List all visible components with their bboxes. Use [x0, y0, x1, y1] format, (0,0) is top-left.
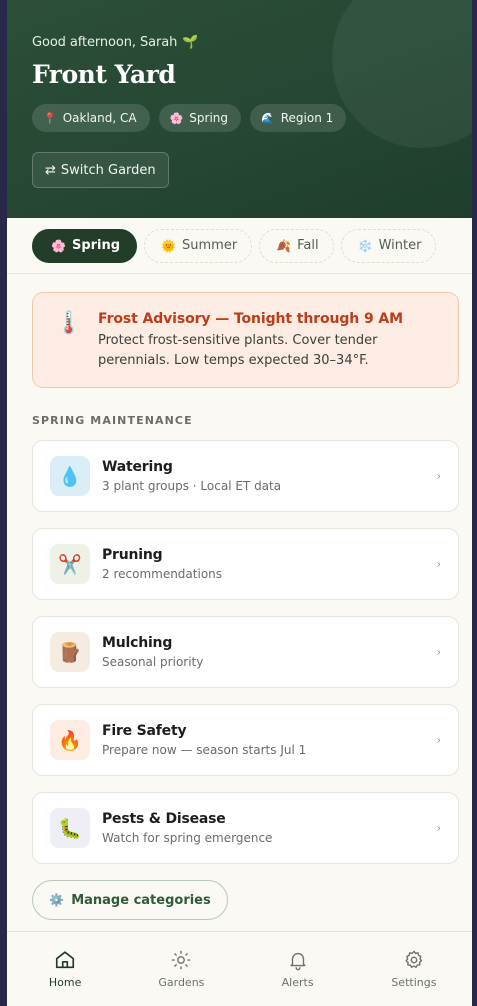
- switch-garden-button[interactable]: ⇄ Switch Garden: [32, 152, 169, 188]
- card-text: Pruning 2 recommendations: [102, 547, 222, 581]
- location-chip: 📍 Oakland, CA: [32, 104, 150, 132]
- swap-icon: ⇄: [45, 162, 56, 178]
- app-screen: Good afternoon, Sarah 🌱 Front Yard 📍 Oak…: [7, 0, 472, 1006]
- tab-fall[interactable]: 🍂 Fall: [259, 228, 334, 263]
- manage-label: Manage categories: [71, 892, 211, 908]
- thermometer-icon: 🌡️: [55, 311, 83, 336]
- snowflake-icon: ❄️: [357, 238, 373, 253]
- tab-summer[interactable]: 🌞 Summer: [144, 228, 253, 263]
- card-text: Mulching Seasonal priority: [102, 635, 203, 669]
- category-card-pests-disease[interactable]: 🐛 Pests & Disease Watch for spring emerg…: [32, 792, 459, 864]
- greeting-text: Good afternoon, Sarah: [32, 35, 178, 50]
- maintenance-list: 💧 Watering 3 plant groups · Local ET dat…: [7, 440, 472, 864]
- frost-advisory-alert[interactable]: 🌡️ Frost Advisory — Tonight through 9 AM…: [32, 292, 459, 388]
- switch-garden-label: Switch Garden: [60, 162, 156, 178]
- season-chip: 🌸 Spring: [158, 104, 242, 132]
- card-text: Watering 3 plant groups · Local ET data: [102, 459, 281, 493]
- bell-icon: [285, 947, 311, 973]
- alert-title: Frost Advisory — Tonight through 9 AM: [98, 311, 403, 327]
- nav-settings[interactable]: Settings: [356, 932, 472, 1006]
- nav-alerts[interactable]: Alerts: [240, 932, 356, 1006]
- sun-icon: [168, 947, 194, 973]
- category-card-mulching[interactable]: 🪵 Mulching Seasonal priority ›: [32, 616, 459, 688]
- card-title: Fire Safety: [102, 723, 187, 739]
- chip-label: Region 1: [280, 111, 334, 125]
- tab-label: Spring: [71, 238, 121, 253]
- blossom-icon: 🌸: [169, 111, 184, 125]
- fire-icon: 🔥: [50, 720, 90, 760]
- nav-label: Alerts: [281, 976, 314, 989]
- home-icon: [52, 947, 78, 973]
- chevron-right-icon: ›: [436, 557, 441, 571]
- water-drop-icon: 💧: [50, 456, 90, 496]
- chip-label: Oakland, CA: [62, 111, 137, 125]
- card-title: Mulching: [102, 635, 173, 651]
- blossom-icon: 🌸: [51, 238, 66, 253]
- tab-label: Summer: [182, 238, 238, 253]
- pin-icon: 📍: [43, 111, 57, 125]
- gear-icon: ⚙️: [49, 893, 65, 907]
- tab-spring[interactable]: 🌸 Spring: [32, 228, 138, 263]
- nav-label: Settings: [391, 976, 437, 989]
- card-subtitle: Prepare now — season starts Jul 1: [102, 743, 307, 757]
- card-subtitle: 3 plant groups · Local ET data: [102, 479, 282, 493]
- region-chip: 🌊 Region 1: [250, 104, 347, 132]
- manage-categories-button[interactable]: ⚙️ Manage categories: [32, 880, 228, 920]
- chevron-right-icon: ›: [436, 733, 441, 747]
- card-title: Pruning: [102, 547, 163, 563]
- gear-icon: [401, 947, 427, 973]
- season-tabs: 🌸 Spring 🌞 Summer 🍂 Fall ❄️ Winter: [7, 218, 472, 274]
- card-text: Fire Safety Prepare now — season starts …: [102, 723, 306, 757]
- alert-body: Frost Advisory — Tonight through 9 AM Pr…: [98, 311, 438, 387]
- card-title: Pests & Disease: [102, 811, 226, 827]
- alert-text: Protect frost-sensitive plants. Cover te…: [98, 333, 378, 368]
- garden-header: Good afternoon, Sarah 🌱 Front Yard 📍 Oak…: [7, 0, 472, 218]
- chip-label: Spring: [189, 111, 229, 125]
- card-subtitle: Seasonal priority: [102, 655, 204, 669]
- chevron-right-icon: ›: [436, 469, 441, 483]
- nav-label: Gardens: [158, 976, 205, 989]
- log-icon: 🪵: [50, 632, 90, 672]
- nav-home[interactable]: Home: [7, 932, 123, 1006]
- card-subtitle: 2 recommendations: [102, 567, 223, 581]
- tab-label: Winter: [378, 238, 422, 253]
- tab-winter[interactable]: ❄️ Winter: [340, 228, 437, 263]
- category-card-watering[interactable]: 💧 Watering 3 plant groups · Local ET dat…: [32, 440, 459, 512]
- nav-gardens[interactable]: Gardens: [123, 932, 239, 1006]
- nav-label: Home: [48, 976, 82, 989]
- category-card-pruning[interactable]: ✂️ Pruning 2 recommendations ›: [32, 528, 459, 600]
- card-title: Watering: [102, 459, 173, 475]
- wave-icon: 🌊: [261, 111, 275, 125]
- sun-icon: 🌞: [161, 238, 177, 253]
- chevron-right-icon: ›: [436, 821, 441, 835]
- scissors-icon: ✂️: [50, 544, 90, 584]
- section-heading: SPRING MAINTENANCE: [32, 414, 193, 427]
- bug-icon: 🐛: [50, 808, 90, 848]
- card-text: Pests & Disease Watch for spring emergen…: [102, 811, 272, 845]
- tab-label: Fall: [297, 238, 319, 253]
- bottom-navigation: Home Gardens Alerts Settings: [7, 931, 472, 1006]
- chevron-right-icon: ›: [436, 645, 441, 659]
- sprout-icon: 🌱: [182, 35, 199, 50]
- category-card-fire-safety[interactable]: 🔥 Fire Safety Prepare now — season start…: [32, 704, 459, 776]
- card-subtitle: Watch for spring emergence: [102, 831, 273, 845]
- leaves-icon: 🍂: [276, 238, 292, 253]
